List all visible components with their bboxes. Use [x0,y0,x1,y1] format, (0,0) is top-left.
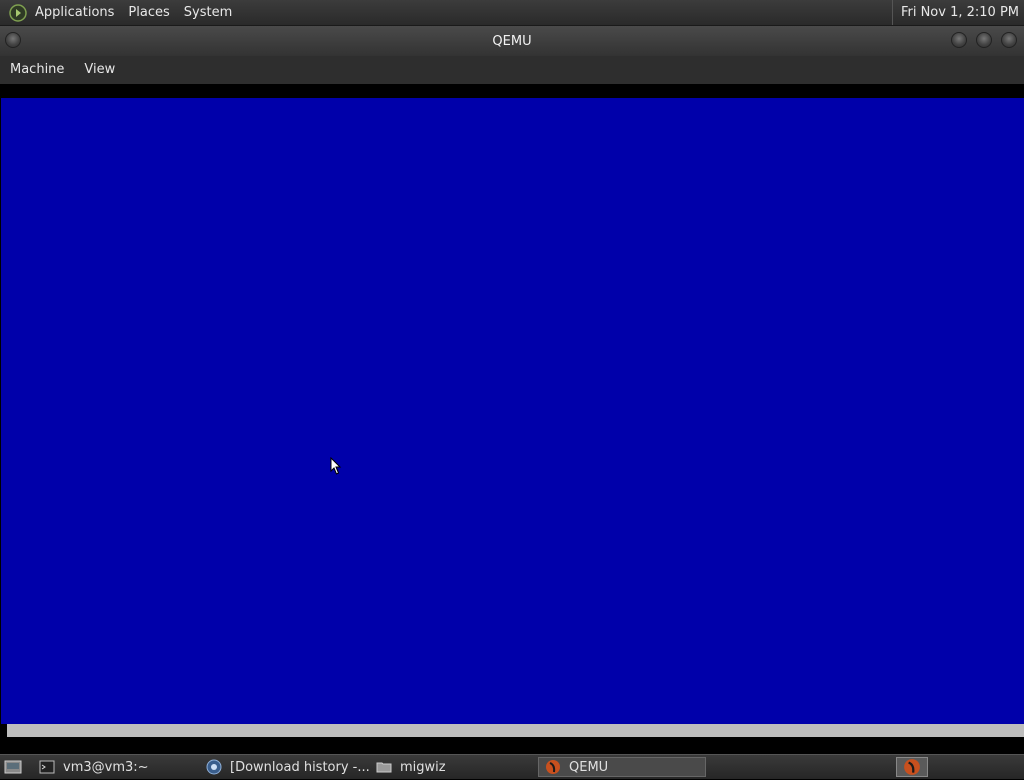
folder-icon [376,762,392,773]
top-panel: Applications Places System Fri Nov 1, 2:… [0,0,1024,26]
vm-display-area[interactable] [0,84,1024,754]
workspace-switcher[interactable] [896,757,928,777]
terminal-icon [39,760,55,774]
show-desktop-icon[interactable] [3,757,23,777]
taskbar-item-migwiz[interactable]: migwiz [370,757,537,777]
taskbar-item-label: vm3@vm3:~ [63,759,149,775]
minimize-icon[interactable] [951,32,967,48]
close-icon[interactable] [1001,32,1017,48]
window-menu-icon[interactable] [5,32,21,48]
applications-logo-icon[interactable] [9,3,27,22]
taskbar-item-qemu[interactable]: QEMU [538,757,706,777]
qemu-icon [546,760,560,774]
window-title: QEMU [492,33,532,49]
qemu-workspace-icon [904,759,920,775]
taskbar-item-download-history[interactable]: [Download history -... [200,757,370,777]
window-menubar: Machine View [0,56,1024,84]
places-menu[interactable]: Places [121,0,176,25]
taskbar-item-label: migwiz [400,759,446,775]
window-titlebar[interactable]: QEMU [0,26,1024,56]
clock[interactable]: Fri Nov 1, 2:10 PM [891,0,1024,25]
system-menu[interactable]: System [177,0,239,25]
view-menu[interactable]: View [74,56,125,84]
vm-screen[interactable] [1,98,1024,724]
maximize-icon[interactable] [976,32,992,48]
taskbar-item-label: QEMU [569,759,609,775]
vm-status-bar [7,724,1024,737]
mouse-cursor-icon [330,457,342,475]
machine-menu[interactable]: Machine [0,56,74,84]
applications-menu[interactable]: Applications [28,0,121,25]
bottom-taskbar: vm3@vm3:~ [Download history -... migwiz … [0,754,1024,779]
browser-icon [206,759,222,775]
taskbar-item-label: [Download history -... [230,759,370,775]
taskbar-item-terminal[interactable]: vm3@vm3:~ [33,757,200,777]
